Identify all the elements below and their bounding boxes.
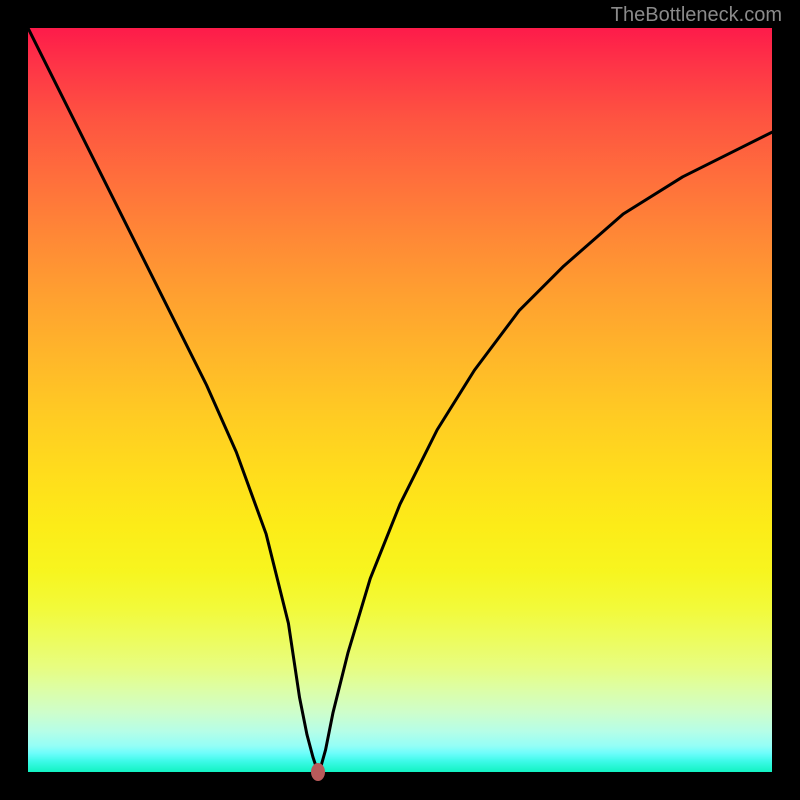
plot-area bbox=[28, 28, 772, 772]
watermark-text: TheBottleneck.com bbox=[611, 4, 782, 27]
bottleneck-curve bbox=[28, 28, 772, 772]
curve-svg bbox=[28, 28, 772, 772]
chart-container: TheBottleneck.com bbox=[0, 0, 800, 800]
minimum-marker bbox=[311, 763, 325, 781]
